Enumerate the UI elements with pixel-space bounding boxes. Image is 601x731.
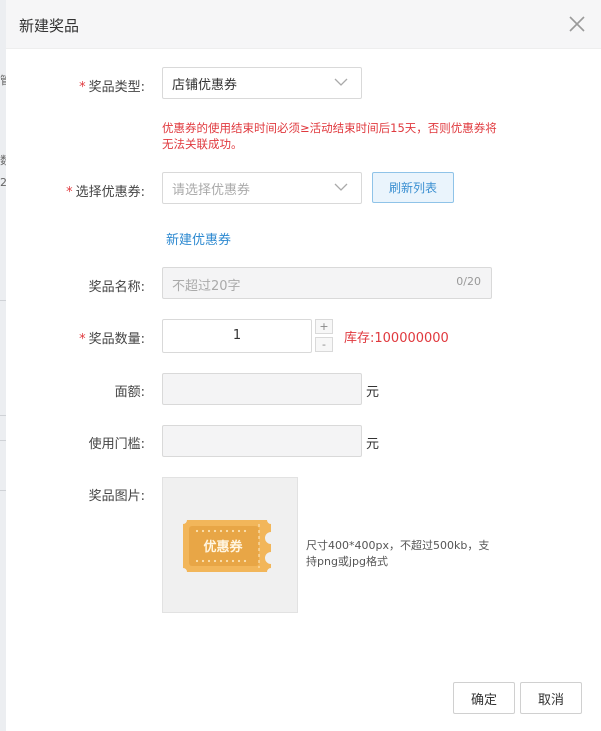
quantity-decrement-button[interactable]: - xyxy=(315,337,333,352)
coupon-image-text: 优惠券 xyxy=(203,539,243,554)
prize-image-hint: 尺寸400*400px，不超过500kb，支持png或jpg格式 xyxy=(306,539,490,568)
coupon-select-label-text: 选择优惠券: xyxy=(75,185,145,200)
threshold-input[interactable] xyxy=(162,425,362,457)
prize-type-value: 店铺优惠券 xyxy=(172,78,238,93)
threshold-unit: 元 xyxy=(366,437,380,452)
prize-name-input[interactable]: 不超过20字 0/20 xyxy=(162,267,492,299)
dialog-title: 新建奖品 xyxy=(19,17,80,35)
coupon-image: 优惠券 xyxy=(183,520,271,572)
prize-quantity-label-text: 奖品数量: xyxy=(88,332,145,347)
stock-text: 库存:100000000 xyxy=(344,331,449,346)
face-value-label: 面额: xyxy=(114,385,145,400)
dialog-header: 新建奖品 xyxy=(6,0,601,49)
prize-quantity-label: * 奖品数量: xyxy=(79,328,145,347)
prize-name-counter: 0/20 xyxy=(456,275,481,288)
threshold-label: 使用门槛: xyxy=(88,437,145,452)
prize-image-label: 奖品图片: xyxy=(88,489,145,504)
required-mark: * xyxy=(79,332,86,347)
required-mark: * xyxy=(79,80,86,95)
close-icon[interactable] xyxy=(567,14,587,34)
chevron-down-icon xyxy=(334,78,348,86)
coupon-select-placeholder: 请选择优惠券 xyxy=(172,183,251,198)
prize-quantity-value: 1 xyxy=(232,328,242,343)
refresh-list-button[interactable]: 刷新列表 xyxy=(372,172,454,203)
prize-type-select[interactable]: 店铺优惠券 xyxy=(162,67,362,99)
face-value-input[interactable] xyxy=(162,373,362,405)
prize-quantity-input[interactable]: 1 xyxy=(162,319,312,353)
required-mark: * xyxy=(66,185,73,200)
prize-name-placeholder: 不超过20字 xyxy=(172,279,241,294)
prize-name-label: 奖品名称: xyxy=(88,280,145,295)
new-coupon-link[interactable]: 新建优惠券 xyxy=(166,229,231,248)
quantity-increment-button[interactable]: + xyxy=(315,319,333,334)
prize-type-label-text: 奖品类型: xyxy=(88,80,145,95)
prize-image-upload[interactable]: 优惠券 xyxy=(162,477,298,613)
chevron-down-icon xyxy=(334,183,348,191)
prize-type-label: * 奖品类型: xyxy=(79,76,145,95)
coupon-select[interactable]: 请选择优惠券 xyxy=(162,172,362,204)
coupon-validity-hint: 优惠券的使用结束时间必须≥活动结束时间后15天，否则优惠券将无法关联成功。 xyxy=(162,121,497,151)
confirm-button[interactable]: 确定 xyxy=(453,682,515,714)
new-prize-dialog: 新建奖品 * 奖品类型: 店铺优惠券 优惠券的使用结束时间必须≥活动结束时间后15… xyxy=(6,0,601,731)
coupon-select-label: * 选择优惠券: xyxy=(66,181,145,200)
cancel-button[interactable]: 取消 xyxy=(520,682,582,714)
face-value-unit: 元 xyxy=(366,385,380,400)
